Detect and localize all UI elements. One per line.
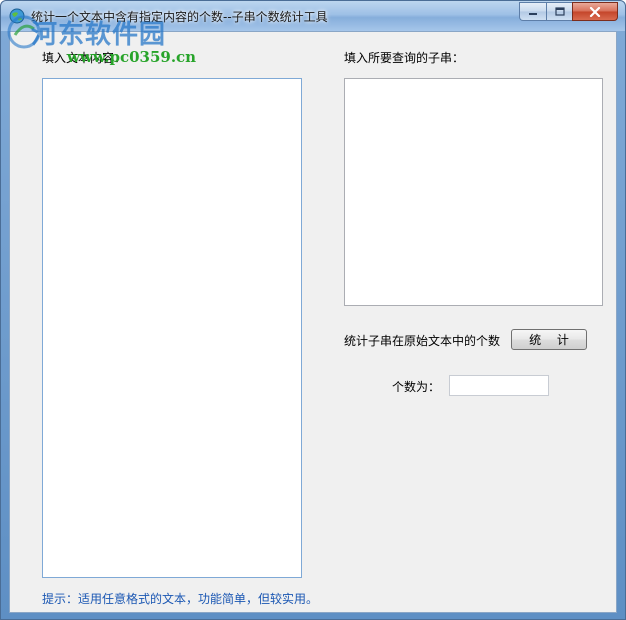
close-button[interactable] xyxy=(572,2,618,21)
app-window: 统计一个文本中含有指定内容的个数--子串个数统计工具 填入文本内容： 填入所要查… xyxy=(0,0,626,620)
hint-text: 提示：适用任意格式的文本，功能简单，但较实用。 xyxy=(42,592,319,606)
close-icon xyxy=(589,6,601,17)
minimize-icon xyxy=(529,12,537,15)
source-text-area[interactable] xyxy=(42,78,302,578)
result-label: 个数为： xyxy=(392,380,441,394)
substring-text-area[interactable] xyxy=(344,78,603,306)
count-prompt-label: 统计子串在原始文本中的个数 xyxy=(344,334,501,348)
result-field[interactable] xyxy=(449,375,549,396)
watermark-brand: 河东软件园 xyxy=(31,20,167,50)
substring-label: 填入所要查询的子串： xyxy=(344,51,465,65)
minimize-button[interactable] xyxy=(519,2,546,21)
maximize-icon xyxy=(554,7,565,16)
caption-buttons xyxy=(519,2,618,22)
count-button[interactable]: 统 计 xyxy=(511,329,587,350)
watermark-url: www.pc0359.cn xyxy=(67,48,197,66)
client-area: 填入文本内容： 填入所要查询的子串： 统计子串在原始文本中的个数 统 计 个数为… xyxy=(9,31,617,613)
maximize-button[interactable] xyxy=(546,2,572,21)
